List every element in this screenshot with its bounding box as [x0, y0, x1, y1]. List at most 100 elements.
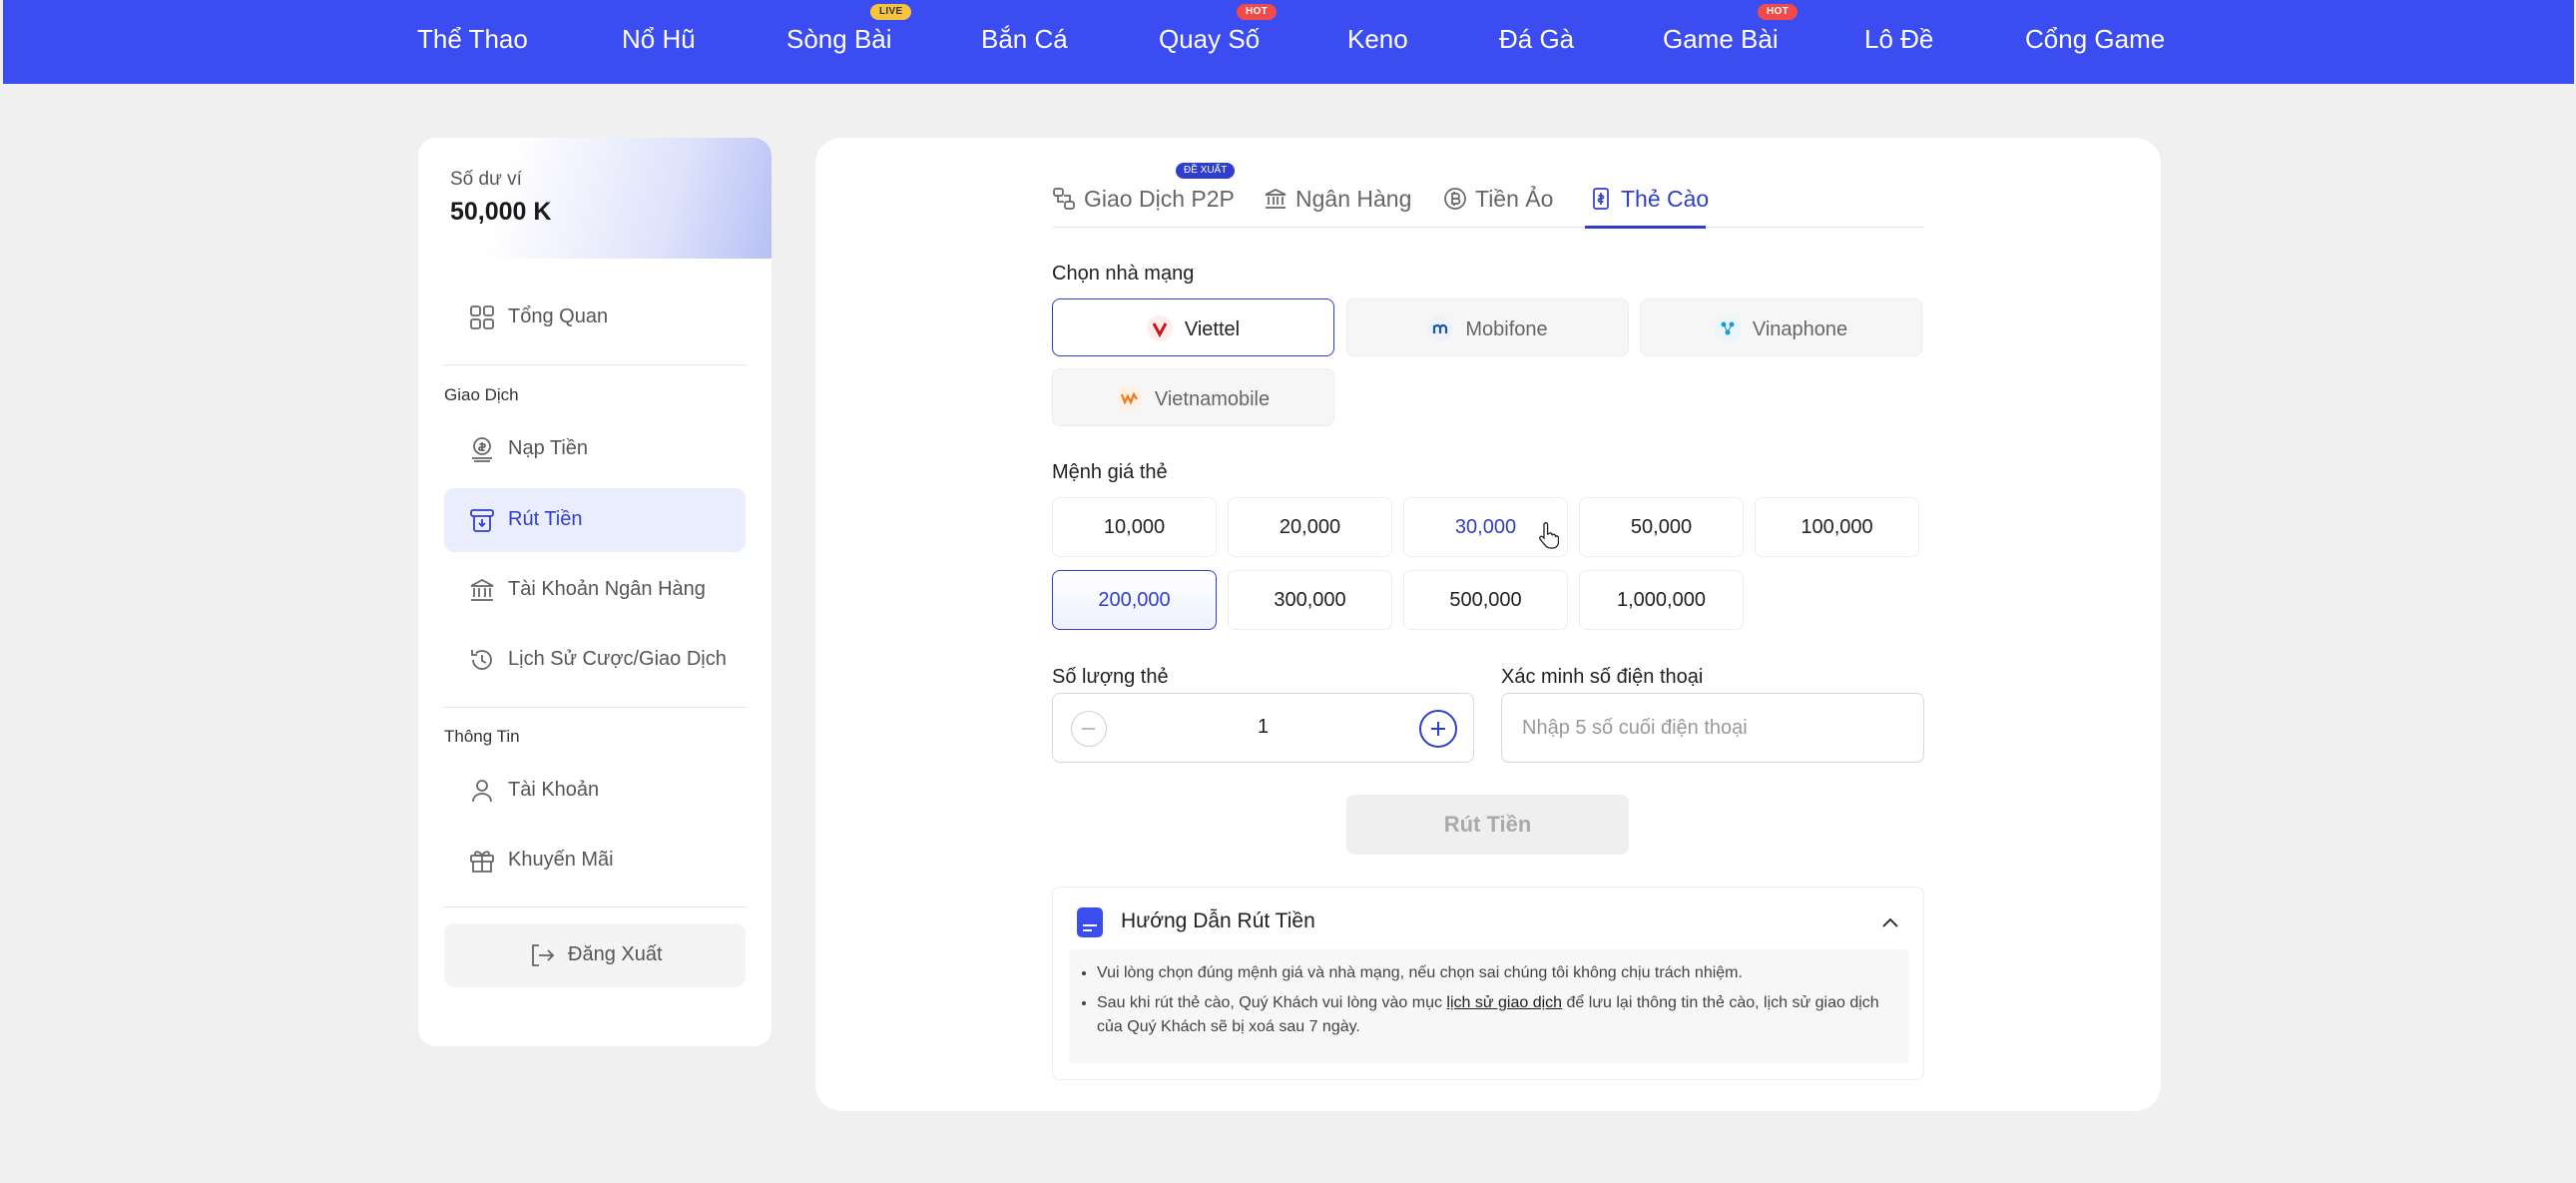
logout-icon	[532, 944, 555, 966]
viettel-logo-icon	[1146, 315, 1173, 341]
sidebar-item-label: Rút Tiền	[508, 508, 583, 530]
carrier-name: Mobifone	[1465, 318, 1548, 340]
carrier-label: Chọn nhà mạng	[1052, 263, 1195, 285]
denomination-option[interactable]: 10,000	[1052, 497, 1217, 557]
history-icon	[471, 650, 492, 670]
coin-deposit-icon	[472, 437, 492, 462]
wallet-balance: 50,000 K	[450, 198, 552, 226]
carrier-mobifone[interactable]: Mobifone	[1346, 298, 1629, 356]
carrier-vietnamobile[interactable]: Vietnamobile	[1052, 368, 1334, 426]
carrier-vinaphone[interactable]: Vinaphone	[1640, 298, 1922, 356]
sidebar-item-promotions[interactable]: Khuyến Mãi	[444, 829, 746, 892]
tab-crypto[interactable]: Tiền Ảo	[1443, 186, 1553, 220]
tab-p2p[interactable]: Giao Dịch P2P	[1052, 186, 1235, 220]
carrier-viettel[interactable]: Viettel	[1052, 298, 1334, 356]
nav-item-quay-so[interactable]: HOT Quay Số	[1159, 4, 1278, 60]
tab-label: Thẻ Cào	[1621, 186, 1710, 212]
guide-line: Sau khi rút thẻ cào, Quý Khách vui lòng …	[1097, 991, 1893, 1039]
guide-text: Sau khi rút thẻ cào, Quý Khách vui lòng …	[1097, 994, 1447, 1011]
nav-label: Đá Gà	[1499, 24, 1575, 54]
sidebar-item-overview[interactable]: Tổng Quan	[444, 286, 746, 349]
hot-badge: HOT	[1758, 4, 1799, 20]
wallet-card: Số dư ví 50,000 K	[418, 138, 772, 259]
top-nav: Thể Thao Nổ Hũ LIVE Sòng Bài Bắn Cá HOT …	[3, 0, 2574, 84]
denomination-option[interactable]: 50,000	[1579, 497, 1744, 557]
sidebar-item-label: Tài Khoản	[508, 779, 600, 801]
withdraw-icon	[470, 509, 494, 532]
tab-label: Tiền Ảo	[1475, 186, 1554, 212]
guide-body: Vui lòng chọn đúng mệnh giá và nhà mạng,…	[1069, 949, 1909, 1063]
tab-card[interactable]: Thẻ Cào	[1589, 186, 1709, 220]
nav-label: Keno	[1347, 24, 1408, 54]
vietnamobile-logo-icon	[1116, 385, 1143, 411]
bank-icon	[470, 578, 494, 601]
sidebar-item-deposit[interactable]: Nạp Tiền	[444, 417, 746, 481]
sidebar-item-withdraw[interactable]: Rút Tiền	[444, 488, 746, 552]
scratch-card-icon	[1593, 188, 1609, 210]
quantity-label: Số lượng thẻ	[1052, 666, 1169, 688]
sidebar-item-bank-account[interactable]: Tài Khoản Ngân Hàng	[444, 558, 746, 622]
nav-label: Thể Thao	[417, 24, 528, 54]
nav-label: Bắn Cá	[981, 24, 1068, 54]
carrier-name: Vinaphone	[1752, 318, 1848, 340]
nav-label: Quay Số	[1159, 24, 1261, 54]
history-link[interactable]: lịch sử giao dịch	[1446, 994, 1562, 1011]
tab-label: Ngân Hàng	[1295, 186, 1412, 212]
section-info: Thông Tin	[444, 727, 520, 746]
sidebar-item-label: Tài Khoản Ngân Hàng	[508, 578, 706, 600]
chevron-up-icon[interactable]	[1879, 911, 1901, 933]
sidebar-item-history[interactable]: Lịch Sử Cược/Giao Dịch	[444, 628, 746, 692]
phone-verify-input[interactable]	[1501, 693, 1924, 763]
withdraw-submit-button[interactable]: Rút Tiền	[1346, 795, 1629, 855]
wallet-label: Số dư ví	[450, 169, 522, 190]
tab-label: Giao Dịch P2P	[1084, 186, 1235, 212]
nav-label: Nổ Hũ	[622, 24, 696, 54]
plus-icon[interactable]	[1419, 710, 1457, 748]
bank-icon	[1265, 189, 1287, 209]
nav-item-song-bai[interactable]: LIVE Sòng Bài	[786, 4, 912, 60]
nav-label: Sòng Bài	[786, 24, 892, 54]
quantity-value[interactable]: 1	[1053, 716, 1473, 739]
sidebar-divider	[444, 906, 746, 907]
gift-icon	[470, 851, 494, 873]
nav-item-the-thao[interactable]: Thể Thao	[417, 24, 528, 60]
quantity-stepper: 1	[1052, 693, 1474, 763]
sidebar-item-account[interactable]: Tài Khoản	[444, 759, 746, 823]
sidebar-divider	[444, 364, 746, 365]
recommended-badge: ĐỀ XUẤT	[1176, 163, 1236, 179]
denomination-option[interactable]: 20,000	[1228, 497, 1392, 557]
nav-item-keno[interactable]: Keno	[1347, 24, 1408, 60]
logout-button[interactable]: Đăng Xuất	[444, 923, 746, 987]
guide-line: Vui lòng chọn đúng mệnh giá và nhà mạng,…	[1097, 961, 1893, 985]
hand-cursor-icon	[1539, 522, 1559, 549]
nav-item-no-hu[interactable]: Nổ Hũ	[622, 24, 696, 60]
nav-item-cong-game[interactable]: Cổng Game	[2025, 24, 2165, 60]
sidebar-divider	[444, 707, 746, 708]
nav-label: Cổng Game	[2025, 24, 2166, 54]
nav-item-lo-de[interactable]: Lô Đề	[1864, 24, 1933, 60]
sidebar-item-label: Nạp Tiền	[508, 437, 589, 459]
denomination-option[interactable]: 300,000	[1228, 570, 1392, 630]
nav-item-game-bai[interactable]: HOT Game Bài	[1663, 4, 1799, 60]
live-badge: LIVE	[870, 4, 912, 20]
nav-item-da-ga[interactable]: Đá Gà	[1499, 24, 1574, 60]
nav-label: Game Bài	[1663, 24, 1779, 54]
carrier-name: Viettel	[1184, 318, 1241, 340]
denomination-option[interactable]: 100,000	[1755, 497, 1919, 557]
sidebar-item-label: Tổng Quan	[508, 305, 609, 327]
vinaphone-logo-icon	[1714, 315, 1741, 341]
denomination-option-selected[interactable]: 200,000	[1052, 570, 1217, 630]
denomination-option[interactable]: 1,000,000	[1579, 570, 1744, 630]
hot-badge: HOT	[1237, 4, 1278, 20]
tab-bank[interactable]: Ngân Hàng	[1264, 186, 1411, 220]
p2p-icon	[1053, 188, 1075, 210]
mobifone-logo-icon	[1427, 315, 1454, 341]
nav-item-ban-ca[interactable]: Bắn Cá	[981, 24, 1068, 60]
logout-label: Đăng Xuất	[568, 943, 663, 965]
guide-text: Vui lòng chọn đúng mệnh giá và nhà mạng,…	[1097, 964, 1743, 981]
denomination-label: Mệnh giá thẻ	[1052, 461, 1168, 483]
denomination-option[interactable]: 500,000	[1403, 570, 1568, 630]
tabs-divider	[1052, 227, 1924, 228]
phone-label: Xác minh số điện thoại	[1501, 666, 1704, 688]
withdraw-guide: Hướng Dẫn Rút Tiền Vui lòng chọn đúng mệ…	[1052, 887, 1924, 1080]
